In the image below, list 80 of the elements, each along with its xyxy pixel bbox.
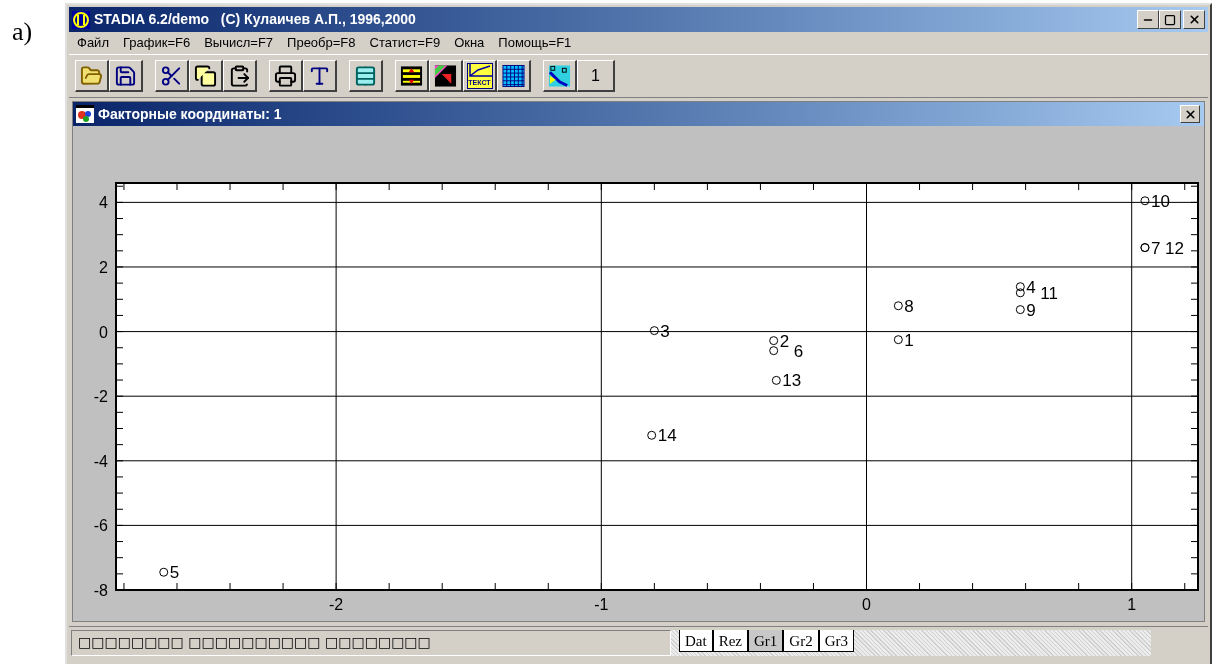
grid-icon bbox=[502, 63, 525, 88]
window-title: STADIA 6.2/demo (C) Кулаичев А.П., 1996,2000 bbox=[94, 10, 416, 29]
axis-tick-label: -2 bbox=[93, 388, 108, 406]
data-point bbox=[647, 430, 657, 440]
sheet-tab[interactable]: Rez bbox=[712, 629, 748, 652]
data-point bbox=[159, 567, 169, 577]
point-label: 8 bbox=[904, 296, 914, 316]
close-icon bbox=[1187, 13, 1201, 26]
sheet-tab[interactable]: Gr2 bbox=[783, 629, 819, 652]
toolbar-button[interactable] bbox=[269, 60, 303, 92]
menu-item[interactable]: Файл bbox=[77, 33, 109, 53]
paste-icon bbox=[228, 63, 251, 88]
point-label: 14 bbox=[657, 426, 677, 446]
close-button[interactable] bbox=[1183, 10, 1205, 29]
toolbar-button[interactable] bbox=[155, 60, 189, 92]
point-label: 1 bbox=[904, 330, 914, 350]
layers-icon bbox=[400, 63, 423, 88]
palette-icon bbox=[434, 63, 457, 88]
data-point bbox=[1015, 288, 1025, 298]
data-point bbox=[769, 336, 779, 346]
point-label: 9 bbox=[1026, 300, 1036, 320]
data-point bbox=[1015, 282, 1025, 292]
folder-icon bbox=[80, 63, 103, 88]
axis-tick-label: -6 bbox=[93, 517, 108, 535]
axis-tick-label: -4 bbox=[93, 452, 108, 470]
chart-window-icon bbox=[76, 105, 94, 123]
point-label: 4 bbox=[1026, 277, 1036, 297]
axis-tick-label: 0 bbox=[862, 596, 871, 613]
printer-icon bbox=[274, 63, 297, 88]
data-point bbox=[1015, 305, 1025, 315]
axis-tick-label: 2 bbox=[99, 259, 108, 276]
data-point bbox=[893, 335, 903, 345]
axis-tick-label: 4 bbox=[99, 194, 108, 212]
point-label: 2 bbox=[779, 331, 790, 351]
sheet-tab[interactable]: Gr3 bbox=[818, 629, 854, 652]
axis-tick-label: -8 bbox=[93, 582, 108, 599]
minimize-button[interactable] bbox=[1137, 10, 1159, 29]
toolbar-button[interactable] bbox=[429, 60, 463, 92]
point-label: 11 bbox=[1040, 283, 1058, 303]
copy-icon bbox=[194, 63, 217, 88]
toolbar-button[interactable] bbox=[109, 60, 143, 92]
app-logo-icon bbox=[72, 10, 90, 29]
toolbar-button[interactable] bbox=[543, 60, 577, 92]
point-label: 13 bbox=[782, 371, 802, 391]
point-label: 7 bbox=[1150, 238, 1161, 258]
menu-item[interactable]: Статист=F9 bbox=[369, 33, 441, 53]
menu-item[interactable]: Преобр=F8 bbox=[287, 33, 356, 53]
sheet-tab[interactable]: Dat bbox=[679, 629, 713, 652]
menu-item[interactable]: Помощь=F1 bbox=[498, 33, 572, 53]
axis-tick-label: -1 bbox=[594, 596, 609, 613]
toolbar-button[interactable] bbox=[223, 60, 257, 92]
toolbar-button[interactable] bbox=[395, 60, 429, 92]
toolbar-button[interactable] bbox=[75, 60, 109, 92]
scissors-icon bbox=[160, 63, 183, 88]
sheet-tab[interactable]: Gr1 bbox=[748, 629, 784, 652]
axis-tick-label: -2 bbox=[329, 596, 344, 613]
toolbar-button[interactable]: 1 bbox=[577, 60, 615, 92]
close-button[interactable] bbox=[1180, 105, 1200, 123]
toolbar-button[interactable] bbox=[189, 60, 223, 92]
data-point bbox=[893, 301, 903, 311]
diagram-icon bbox=[548, 63, 571, 88]
point-label: 12 bbox=[1164, 238, 1184, 258]
point-label: 6 bbox=[793, 341, 804, 361]
menu-item[interactable]: Вычисл=F7 bbox=[204, 33, 274, 53]
axis-tick-label: 0 bbox=[99, 323, 108, 341]
point-label: 5 bbox=[169, 563, 180, 583]
menu-item[interactable]: График=F6 bbox=[122, 33, 191, 53]
toolbar-button[interactable] bbox=[349, 60, 383, 92]
close-icon bbox=[1183, 107, 1197, 121]
axis-tick-label: 1 bbox=[1127, 596, 1137, 613]
child-window-title: Факторные координаты: 1 bbox=[98, 104, 282, 124]
figure-label: a) bbox=[12, 17, 33, 46]
menu-item[interactable]: Окна bbox=[454, 33, 485, 53]
maximize-button[interactable] bbox=[1159, 10, 1181, 29]
toolbar-button[interactable] bbox=[497, 60, 531, 92]
status-text: □□□□□□□□ □□□□□□□□□□ □□□□□□□□ bbox=[78, 633, 431, 652]
data-point bbox=[771, 375, 781, 385]
maximize-icon bbox=[1164, 13, 1176, 26]
toolbar-button[interactable] bbox=[303, 60, 337, 92]
data-point bbox=[769, 346, 779, 356]
